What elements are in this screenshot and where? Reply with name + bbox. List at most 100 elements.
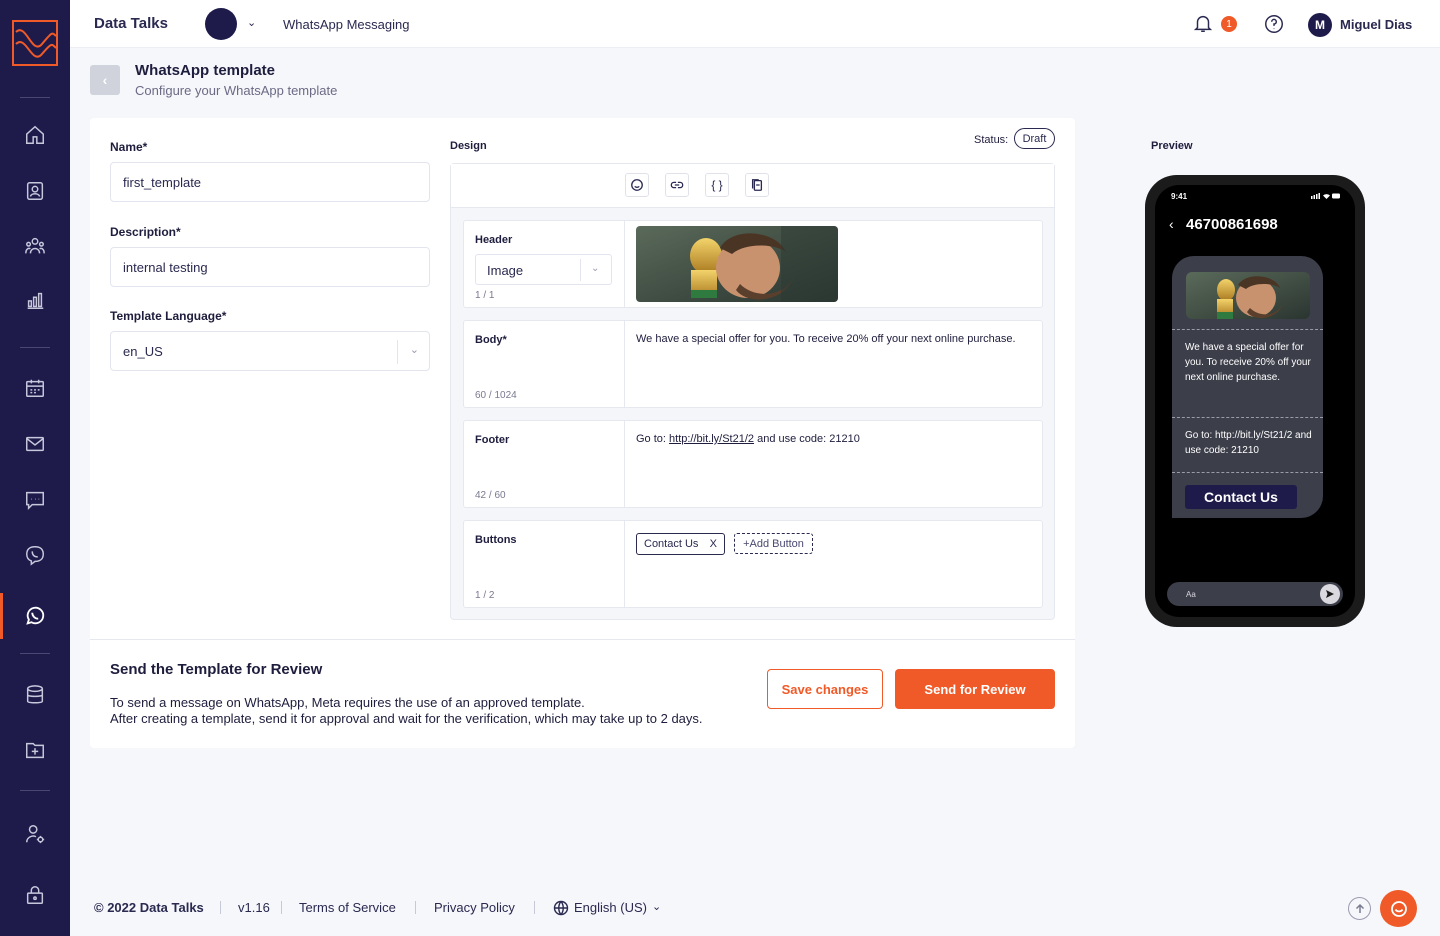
buttons-title: Buttons xyxy=(475,534,517,546)
workspace-name[interactable]: WhatsApp Messaging xyxy=(283,17,409,32)
send-for-review-button[interactable]: Send for Review xyxy=(895,669,1055,709)
chevron-down-icon[interactable]: ⌄ xyxy=(591,263,599,274)
audience-icon[interactable] xyxy=(20,231,50,261)
header-type-select[interactable]: Image ⌄ xyxy=(475,254,612,285)
preview-label: Preview xyxy=(1151,140,1193,152)
footer-separator xyxy=(534,901,535,914)
chip-label: Contact Us xyxy=(644,538,699,550)
header-count: 1 / 1 xyxy=(475,290,495,301)
contacts-icon[interactable] xyxy=(20,176,50,206)
name-label: Name* xyxy=(110,140,148,154)
language-label: Template Language* xyxy=(110,309,227,323)
phone-status-icons xyxy=(1311,193,1340,199)
header-title: Header xyxy=(475,234,513,246)
scroll-to-top-button[interactable] xyxy=(1348,897,1371,920)
review-title: Send the Template for Review xyxy=(110,661,323,678)
lock-icon[interactable] xyxy=(20,880,50,910)
analytics-icon[interactable] xyxy=(20,285,50,315)
sidebar-divider xyxy=(20,347,50,348)
select-separator xyxy=(397,340,398,364)
version: v1.16 xyxy=(238,900,270,915)
body-title: Body* xyxy=(475,334,507,346)
sms-icon[interactable] xyxy=(20,485,50,515)
save-changes-button[interactable]: Save changes xyxy=(767,669,883,709)
viber-icon[interactable] xyxy=(20,540,50,570)
phone-contact-number: 46700861698 xyxy=(1186,216,1278,233)
bubble-divider xyxy=(1172,472,1323,473)
user-name[interactable]: Miguel Dias xyxy=(1340,17,1412,32)
link-icon[interactable] xyxy=(665,173,689,197)
chevron-down-icon[interactable]: ⌄ xyxy=(652,900,661,913)
copyright: © 2022 Data Talks xyxy=(94,900,204,915)
copy-icon[interactable] xyxy=(745,173,769,197)
contact-us-chip[interactable]: Contact Us X xyxy=(636,533,725,555)
footer-separator xyxy=(415,901,416,914)
footer-text-before: Go to: xyxy=(636,433,670,445)
buttons-section: Buttons 1 / 2 Contact Us X +Add Button xyxy=(463,520,1043,608)
user-avatar[interactable]: M xyxy=(1308,13,1332,37)
body-section: Body* 60 / 1024 We have a special offer … xyxy=(463,320,1043,408)
notifications-badge: 1 xyxy=(1221,16,1237,32)
footer-title: Footer xyxy=(475,434,510,446)
header-image[interactable] xyxy=(636,226,838,302)
body-text-editor[interactable]: We have a special offer for you. To rece… xyxy=(636,333,1016,345)
body-section-meta: Body* 60 / 1024 xyxy=(464,321,625,407)
header-type-value: Image xyxy=(487,263,524,278)
folder-add-icon[interactable] xyxy=(20,735,50,765)
sidebar-divider xyxy=(20,790,50,791)
chat-support-button[interactable] xyxy=(1380,890,1417,927)
database-icon[interactable] xyxy=(20,680,50,710)
email-icon[interactable] xyxy=(20,429,50,459)
preview-body-text: We have a special offer for you. To rece… xyxy=(1185,342,1311,383)
sidebar xyxy=(0,0,70,936)
design-editor: { } Header Image ⌄ 1 / 1 Body* 60 / 1024… xyxy=(450,163,1055,620)
name-field[interactable]: first_template xyxy=(110,162,430,202)
description-field[interactable]: internal testing xyxy=(110,247,430,287)
emoji-icon[interactable] xyxy=(625,173,649,197)
preview-contact-button: Contact Us xyxy=(1185,485,1297,509)
workspace-avatar[interactable] xyxy=(205,8,237,40)
description-label: Description* xyxy=(110,225,181,239)
design-label: Design xyxy=(450,140,487,152)
card-divider xyxy=(90,639,1075,640)
status-badge: Draft xyxy=(1014,128,1055,149)
phone-back-icon[interactable]: ‹ xyxy=(1169,216,1174,232)
template-card: Name* first_template Description* intern… xyxy=(90,118,1075,748)
help-icon[interactable] xyxy=(1263,13,1285,35)
notifications-bell-icon[interactable] xyxy=(1192,12,1216,36)
send-icon xyxy=(1320,584,1340,604)
phone-time: 9:41 xyxy=(1171,192,1188,201)
data-talks-logo-icon[interactable] xyxy=(12,20,58,66)
sidebar-divider xyxy=(20,653,50,654)
phone-screen: 9:41 ‹ 46700861698 We have a special off… xyxy=(1155,185,1355,617)
footer-link[interactable]: http://bit.ly/St21/2 xyxy=(669,433,754,445)
terms-link[interactable]: Terms of Service xyxy=(299,900,396,915)
footer-separator xyxy=(281,901,282,914)
add-button[interactable]: +Add Button xyxy=(734,533,813,554)
user-settings-icon[interactable] xyxy=(20,819,50,849)
brand-name: Data Talks xyxy=(94,15,168,32)
chevron-down-icon[interactable]: ⌄ xyxy=(410,343,419,356)
footer-text-editor[interactable]: Go to: http://bit.ly/St21/2 and use code… xyxy=(636,433,860,445)
phone-message-input: Aa xyxy=(1167,582,1343,606)
phone-preview: 9:41 ‹ 46700861698 We have a special off… xyxy=(1145,175,1365,627)
footer-count: 42 / 60 xyxy=(475,490,506,501)
page-subtitle: Configure your WhatsApp template xyxy=(135,83,338,98)
home-icon[interactable] xyxy=(20,120,50,150)
buttons-section-meta: Buttons 1 / 2 xyxy=(464,521,625,607)
page-title: WhatsApp template xyxy=(135,62,276,79)
calendar-icon[interactable] xyxy=(20,373,50,403)
footer-separator xyxy=(220,901,221,914)
editor-toolbar: { } xyxy=(451,164,1054,208)
chevron-down-icon[interactable]: ⌄ xyxy=(247,16,256,29)
back-button[interactable]: ‹ xyxy=(90,65,120,95)
phone-input-placeholder: Aa xyxy=(1186,590,1196,599)
variable-icon[interactable]: { } xyxy=(705,173,729,197)
privacy-link[interactable]: Privacy Policy xyxy=(434,900,515,915)
footer-text-after: and use code: 21210 xyxy=(754,433,860,445)
buttons-count: 1 / 2 xyxy=(475,590,495,601)
language-select[interactable]: en_US ⌄ xyxy=(110,331,430,371)
language-selector[interactable]: English (US) xyxy=(574,900,647,915)
whatsapp-icon[interactable] xyxy=(20,601,50,631)
remove-chip-button[interactable]: X xyxy=(710,538,717,550)
